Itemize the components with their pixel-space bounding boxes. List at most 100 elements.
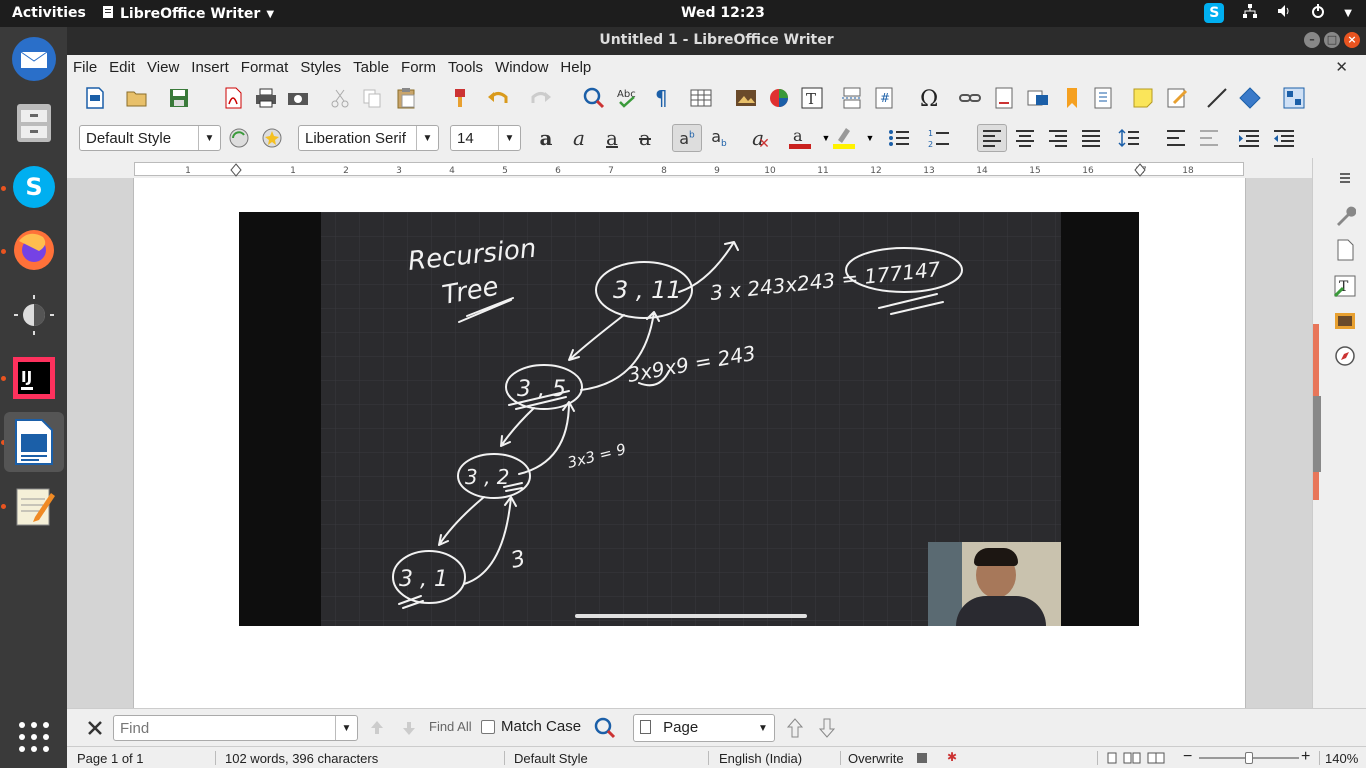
special-character-icon[interactable]: Ω: [918, 86, 942, 110]
page-style[interactable]: Default Style: [514, 751, 588, 766]
files-launcher[interactable]: [4, 93, 64, 153]
cut-icon[interactable]: [328, 86, 352, 110]
insert-image-icon[interactable]: [734, 86, 758, 110]
menu-format[interactable]: Format: [241, 59, 289, 76]
footnote-icon[interactable]: [992, 86, 1016, 110]
page-break-icon[interactable]: [840, 86, 864, 110]
paragraph-style-combo[interactable]: Default Style ▼: [79, 125, 221, 151]
comment-insert-icon[interactable]: [1026, 86, 1050, 110]
show-applications-button[interactable]: [4, 707, 64, 767]
find-input[interactable]: Find ▼: [113, 715, 358, 741]
insert-mode[interactable]: Overwrite: [848, 751, 904, 766]
previous-element-icon[interactable]: [783, 716, 807, 740]
bullet-list-icon[interactable]: [887, 126, 911, 150]
strikethrough-icon[interactable]: a: [633, 126, 657, 150]
find-replace-icon[interactable]: [582, 86, 606, 110]
chevron-down-icon[interactable]: ▼: [752, 715, 774, 741]
undo-icon[interactable]: [486, 86, 510, 110]
highlight-color-icon[interactable]: [832, 126, 856, 150]
chevron-down-icon[interactable]: ▼: [416, 126, 438, 150]
subscript-icon[interactable]: ab: [707, 126, 731, 150]
chevron-down-icon[interactable]: ▼: [198, 126, 220, 150]
update-style-icon[interactable]: [227, 126, 251, 150]
font-color-icon[interactable]: a: [788, 126, 812, 150]
close-find-bar-icon[interactable]: [83, 716, 107, 740]
zoom-in-button[interactable]: +: [1301, 748, 1310, 766]
find-previous-icon[interactable]: [365, 716, 389, 740]
menu-tools[interactable]: Tools: [448, 59, 483, 76]
insert-table-icon[interactable]: [689, 86, 713, 110]
decrease-indent-icon[interactable]: [1272, 126, 1296, 150]
print-icon[interactable]: [254, 86, 278, 110]
page-icon[interactable]: [1333, 238, 1357, 262]
sidebar-menu-icon[interactable]: [1333, 166, 1357, 190]
align-center-icon[interactable]: [1013, 126, 1037, 150]
sidebar-collapse-handle[interactable]: [1313, 396, 1321, 472]
match-case-label[interactable]: Match Case: [501, 718, 581, 735]
selection-mode-icon[interactable]: [917, 753, 927, 763]
font-size-combo[interactable]: 14 ▼: [450, 125, 521, 151]
intellij-launcher[interactable]: IJ: [4, 348, 64, 408]
firefox-launcher[interactable]: [4, 220, 64, 280]
word-count[interactable]: 102 words, 396 characters: [225, 751, 378, 766]
volume-icon[interactable]: [1276, 3, 1292, 23]
menu-view[interactable]: View: [147, 59, 179, 76]
line-spacing-icon[interactable]: [1117, 126, 1141, 150]
new-style-icon[interactable]: [260, 126, 284, 150]
close-window-button[interactable]: ×: [1344, 32, 1360, 48]
zoom-slider-thumb[interactable]: [1245, 752, 1253, 764]
bookmark-icon[interactable]: [1060, 86, 1084, 110]
export-pdf-icon[interactable]: [221, 86, 245, 110]
app-menu[interactable]: LibreOffice Writer ▼: [102, 5, 274, 23]
document-area[interactable]: Recursion Tree 3 , 11 3 , 5 3 , 2 3 , 1 …: [67, 178, 1312, 708]
clock[interactable]: Wed 12:23: [681, 5, 765, 21]
draw-functions-icon[interactable]: [1282, 86, 1306, 110]
justify-icon[interactable]: [1079, 126, 1103, 150]
text-box-icon[interactable]: T: [800, 86, 824, 110]
superscript-icon[interactable]: ab: [672, 124, 702, 152]
navigator-icon[interactable]: [1333, 344, 1357, 368]
print-preview-icon[interactable]: [286, 86, 310, 110]
close-document-icon[interactable]: ✕: [1335, 58, 1348, 76]
single-page-view-icon[interactable]: [1107, 752, 1117, 767]
font-name-combo[interactable]: Liberation Serif ▼: [298, 125, 439, 151]
find-next-icon[interactable]: [397, 716, 421, 740]
styles-icon[interactable]: T: [1333, 274, 1357, 298]
menu-file[interactable]: File: [73, 59, 97, 76]
gallery-icon[interactable]: [1333, 308, 1357, 332]
align-left-icon[interactable]: [977, 124, 1007, 152]
chevron-down-icon[interactable]: ▼: [498, 126, 520, 150]
properties-wrench-icon[interactable]: [1333, 204, 1357, 228]
document-page[interactable]: Recursion Tree 3 , 11 3 , 5 3 , 2 3 , 1 …: [133, 178, 1246, 708]
menu-insert[interactable]: Insert: [191, 59, 229, 76]
redo-icon[interactable]: [529, 86, 553, 110]
comment-icon[interactable]: [1131, 86, 1155, 110]
thunderbird-launcher[interactable]: [4, 29, 64, 89]
brightness-launcher[interactable]: [4, 285, 64, 345]
basic-shapes-icon[interactable]: [1238, 86, 1262, 110]
activities-button[interactable]: Activities: [12, 5, 86, 21]
track-changes-icon[interactable]: [1165, 86, 1189, 110]
insert-line-icon[interactable]: [1205, 86, 1229, 110]
next-element-icon[interactable]: [815, 716, 839, 740]
menu-help[interactable]: Help: [560, 59, 591, 76]
zoom-out-button[interactable]: −: [1183, 748, 1192, 766]
hyperlink-icon[interactable]: [958, 86, 982, 110]
insert-field-icon[interactable]: #: [873, 86, 897, 110]
embedded-image[interactable]: Recursion Tree 3 , 11 3 , 5 3 , 2 3 , 1 …: [239, 212, 1139, 626]
menu-window[interactable]: Window: [495, 59, 548, 76]
zoom-level[interactable]: 140%: [1325, 751, 1358, 766]
match-case-checkbox[interactable]: [481, 720, 495, 734]
skype-tray-icon[interactable]: S: [1204, 3, 1225, 23]
libreoffice-writer-launcher[interactable]: [4, 412, 64, 472]
horizontal-ruler[interactable]: 1 1 2 3 4 5 6 7 8 9 10 11 12 13 14 15 16…: [67, 158, 1312, 178]
paste-icon[interactable]: [394, 86, 418, 110]
chevron-down-icon[interactable]: ▼: [858, 126, 882, 150]
skype-launcher[interactable]: S: [4, 157, 64, 217]
page-indicator[interactable]: Page 1 of 1: [77, 751, 144, 766]
underline-icon[interactable]: a: [600, 126, 624, 150]
numbered-list-icon[interactable]: 12: [927, 126, 951, 150]
increase-paragraph-spacing-icon[interactable]: [1164, 126, 1188, 150]
clear-formatting-icon[interactable]: a ✕: [749, 126, 773, 151]
maximize-button[interactable]: □: [1324, 32, 1340, 48]
